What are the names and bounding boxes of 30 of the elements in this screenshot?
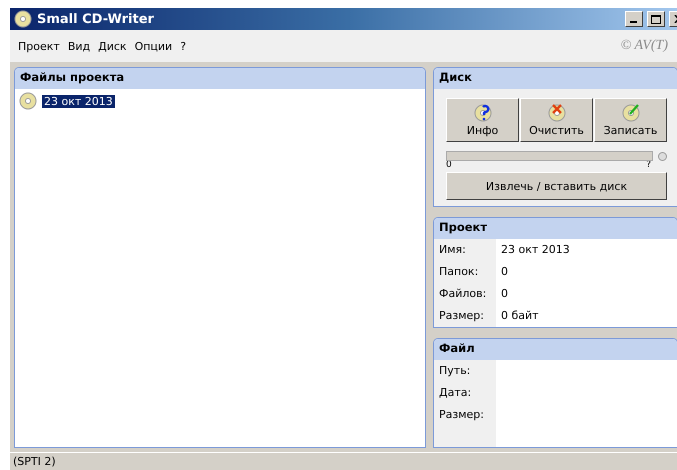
menu-item[interactable]: Проект [14, 40, 64, 52]
write-button[interactable]: Записать [594, 98, 667, 142]
erase-button[interactable]: Очистить [520, 98, 593, 142]
status-bar: (SPTI 2) [10, 452, 677, 470]
disc-icon [13, 9, 33, 29]
disc-icon [546, 103, 566, 123]
disc-icon [472, 103, 492, 123]
window-title: Small CD-Writer [37, 12, 155, 26]
file-item[interactable]: 23 окт 2013 [42, 94, 115, 108]
field-value: 0 [500, 264, 509, 280]
menu-item[interactable]: Опции [130, 40, 176, 52]
disc-icon [620, 103, 640, 123]
minimize-button[interactable] [625, 11, 643, 27]
maximize-icon [651, 14, 661, 24]
panel-title: Файл [434, 338, 677, 360]
menu-item[interactable]: Диск [94, 40, 131, 52]
field-value: 0 байт [500, 308, 540, 324]
status-led-icon [658, 152, 667, 160]
panel-title: Файлы проекта [15, 68, 425, 89]
panel-title: Диск [434, 68, 677, 89]
menu-item[interactable]: Вид [64, 40, 94, 52]
info-button[interactable]: Инфо [446, 98, 519, 142]
copyright-text: © AV(T) [620, 38, 668, 54]
menu-item[interactable]: ? [176, 40, 190, 52]
field-value: 0 [500, 286, 509, 302]
disc-icon [18, 91, 38, 111]
maximize-button[interactable] [647, 11, 665, 27]
eject-button[interactable]: Извлечь / вставить диск [446, 172, 667, 200]
field-value: 23 окт 2013 [500, 242, 571, 258]
panel-title: Проект [434, 218, 677, 238]
